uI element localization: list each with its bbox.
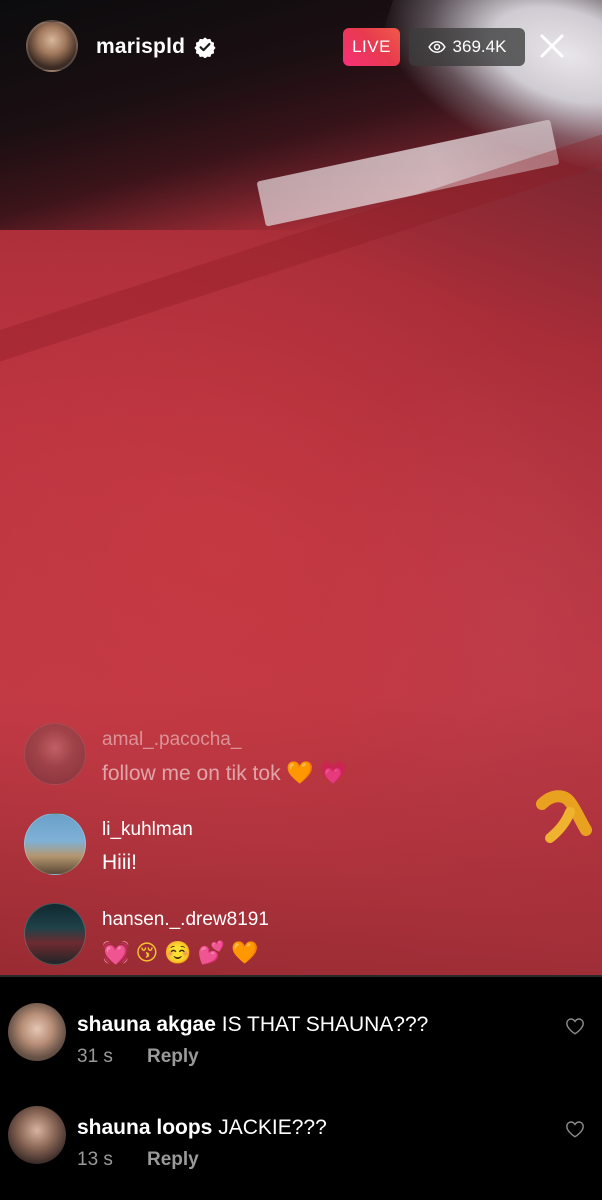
comment-message: 💓 😚 ☺️ 💕 🧡 <box>102 941 265 966</box>
heart-icon[interactable] <box>565 1017 585 1035</box>
close-button[interactable] <box>536 30 568 62</box>
comments-panel: shauna akgae IS THAT SHAUNA??? 31 s Repl… <box>0 975 602 1200</box>
comment-username[interactable]: amal_.pacocha_ <box>102 729 241 751</box>
reply-button[interactable]: Reply <box>147 1046 199 1068</box>
live-comment: li_kuhlman Hiii! <box>24 813 544 879</box>
close-icon <box>540 34 564 58</box>
panel-divider <box>0 975 602 977</box>
comment-username[interactable]: shauna akgae <box>77 1013 216 1036</box>
commenter-avatar[interactable] <box>24 723 86 785</box>
kissing-face-emoji: 😚 <box>135 941 159 966</box>
panel-comment: shauna akgae IS THAT SHAUNA??? 31 s Repl… <box>0 1003 602 1083</box>
comment-username[interactable]: li_kuhlman <box>102 819 193 841</box>
viewer-count: 369.4K <box>452 37 507 56</box>
two-hearts-emoji: 💕 <box>197 941 226 966</box>
comment-text: IS THAT SHAUNA??? <box>221 1013 429 1036</box>
live-label: LIVE <box>352 37 391 56</box>
comment-body: shauna akgae IS THAT SHAUNA??? <box>77 1013 428 1037</box>
commenter-avatar[interactable] <box>8 1003 66 1061</box>
orange-heart-emoji: 🧡 <box>286 761 314 786</box>
comment-message: follow me on tik tok 🧡 💗 <box>102 761 353 786</box>
host-avatar[interactable] <box>26 20 78 72</box>
live-badge: LIVE <box>343 28 400 66</box>
live-comment: hansen._.drew8191 💓 😚 ☺️ 💕 🧡 <box>24 903 544 969</box>
comment-timestamp: 13 s <box>77 1149 113 1170</box>
beating-heart-emoji: 💓 <box>102 941 130 966</box>
live-top-bar: marispld LIVE 369.4K <box>0 0 602 100</box>
commenter-avatar[interactable] <box>24 903 86 965</box>
orange-heart-emoji: 🧡 <box>231 941 259 966</box>
comment-text: JACKIE??? <box>218 1116 327 1139</box>
panel-comment: shauna loops JACKIE??? 13 s Reply <box>0 1106 602 1186</box>
verified-badge-icon <box>194 37 216 58</box>
comment-text: follow me on tik tok <box>102 762 281 785</box>
eye-icon <box>427 41 446 53</box>
live-video-view[interactable]: marispld LIVE 369.4K amal_.pacocha_ foll… <box>0 0 602 975</box>
host-username[interactable]: marispld <box>96 35 185 59</box>
comment-username[interactable]: hansen._.drew8191 <box>102 909 269 931</box>
live-comment: amal_.pacocha_ follow me on tik tok 🧡 💗 <box>24 723 544 789</box>
commenter-avatar[interactable] <box>24 813 86 875</box>
heart-icon[interactable] <box>565 1120 585 1138</box>
reply-button[interactable]: Reply <box>147 1149 199 1171</box>
comment-message: Hiii! <box>102 851 137 874</box>
viewer-count-badge[interactable]: 369.4K <box>409 28 525 66</box>
floating-reaction-icon <box>536 790 592 843</box>
comment-timestamp: 31 s <box>77 1046 113 1067</box>
commenter-avatar[interactable] <box>8 1106 66 1164</box>
pink-heart-emoji: 💗 <box>319 761 348 786</box>
comment-username[interactable]: shauna loops <box>77 1116 212 1139</box>
smiling-face-emoji: ☺️ <box>164 941 192 966</box>
comment-body: shauna loops JACKIE??? <box>77 1116 327 1140</box>
